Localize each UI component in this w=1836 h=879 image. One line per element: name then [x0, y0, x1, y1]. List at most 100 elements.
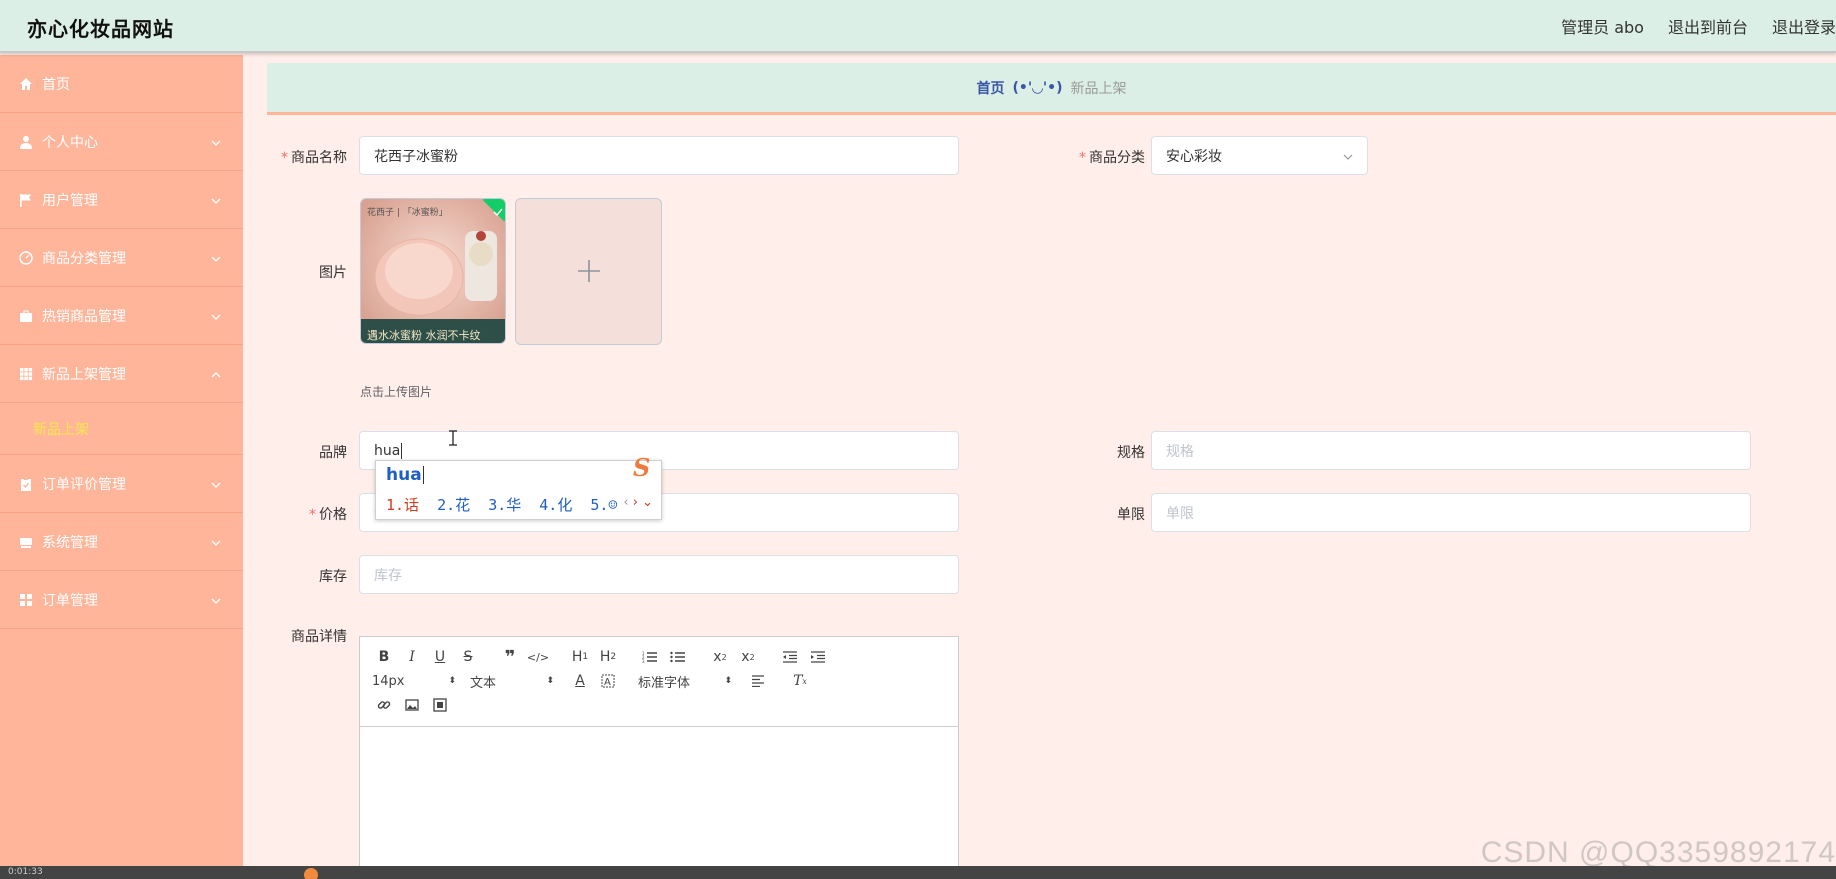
- admin-label: 管理员 abo: [1561, 18, 1644, 37]
- user-icon: [18, 134, 34, 150]
- header2-icon[interactable]: H2: [596, 645, 620, 669]
- brand-input-value: hua: [374, 442, 401, 459]
- sidebar-item-label: 用户管理: [42, 192, 98, 209]
- ime-candidate[interactable]: 4.化: [539, 496, 572, 514]
- bold-icon[interactable]: B: [372, 645, 396, 669]
- chevron-down-icon: [211, 592, 221, 608]
- image-caption-brand: 花西子 | 「冰蜜粉」: [367, 208, 448, 218]
- toolbar-row-2: 14px ⬍ 文本 ⬍ A A 标准字体 ⬍ Tx: [372, 669, 946, 693]
- ime-candidates: 1.话 2.花 3.华 4.化 5.☺: [386, 494, 626, 515]
- ime-candidate[interactable]: 5.☺: [590, 496, 617, 514]
- video-icon[interactable]: [428, 693, 452, 717]
- font-color-icon[interactable]: A: [568, 669, 592, 693]
- sidebar-item-new-products[interactable]: 新品上架管理: [0, 345, 243, 403]
- category-select[interactable]: 安心彩妆: [1151, 136, 1368, 175]
- ime-candidate[interactable]: 2.花: [437, 496, 470, 514]
- font-family-value: 标准字体: [638, 675, 691, 691]
- blockquote-icon[interactable]: ❞: [498, 645, 522, 669]
- check-icon: [493, 201, 503, 220]
- product-name-input[interactable]: 花西子冰蜜粉: [359, 136, 959, 175]
- ordered-list-icon[interactable]: 123: [638, 645, 662, 669]
- chevron-down-icon[interactable]: ⌄: [642, 495, 653, 510]
- indent-icon[interactable]: [806, 645, 830, 669]
- plus-icon: [577, 252, 601, 292]
- top-header: 亦心化妆品网站 管理员 abo 退出到前台 退出登录: [0, 0, 1836, 53]
- toolbar-row-3: [372, 693, 946, 717]
- stock-label: 库存: [319, 569, 347, 585]
- back-to-front-link[interactable]: 退出到前台: [1668, 14, 1748, 38]
- align-icon[interactable]: [746, 669, 770, 693]
- breadcrumb-current: 新品上架: [1070, 80, 1127, 97]
- clipboard-icon: [18, 476, 34, 492]
- sidebar-item-users[interactable]: 用户管理: [0, 171, 243, 229]
- product-photo: [361, 199, 505, 343]
- apps-icon: [18, 592, 34, 608]
- rich-text-editor: B I U S ❞ </> H1 H2 123 x2 x2 14px ⬍ 文本 …: [359, 636, 959, 879]
- ime-composition: hua: [386, 465, 422, 485]
- site-title: 亦心化妆品网站: [27, 17, 174, 41]
- uploaded-image[interactable]: 花西子 | 「冰蜜粉」 遇水冰蜜粉 水润不卡纹: [360, 198, 506, 344]
- clear-format-icon[interactable]: Tx: [788, 669, 812, 693]
- ime-candidate[interactable]: 3.华: [488, 496, 521, 514]
- detail-label: 商品详情: [291, 629, 347, 645]
- taskbar-app-icon[interactable]: [304, 868, 318, 879]
- background-color-icon[interactable]: A: [596, 669, 620, 693]
- outdent-icon[interactable]: [778, 645, 802, 669]
- font-size-select[interactable]: 14px ⬍: [372, 674, 456, 689]
- chevron-left-icon[interactable]: ‹: [623, 495, 628, 510]
- text-caret: [401, 442, 403, 459]
- spec-label: 规格: [1117, 445, 1145, 461]
- brand-label: 品牌: [319, 445, 347, 461]
- breadcrumb-home[interactable]: 首页: [976, 78, 1004, 98]
- main-content: 首页 (•'◡'•) 新品上架 * 商品名称 花西子冰蜜粉 * 商品分类 安心彩妆 …: [243, 55, 1836, 879]
- ime-candidate-window: hua S 1.话 2.花 3.华 4.化 5.☺ ‹ › ⌄: [375, 453, 662, 520]
- taskbar-time: 0:01:33: [8, 867, 43, 877]
- link-icon[interactable]: [372, 693, 396, 717]
- drive-icon: [18, 534, 34, 550]
- header-select[interactable]: 文本 ⬍: [470, 672, 554, 691]
- sidebar-item-hot-products[interactable]: 热销商品管理: [0, 287, 243, 345]
- sidebar-item-profile[interactable]: 个人中心: [0, 113, 243, 171]
- subscript-icon[interactable]: x2: [708, 645, 732, 669]
- underline-icon[interactable]: U: [428, 645, 452, 669]
- sidebar-subitem-new-products[interactable]: 新品上架: [0, 403, 243, 455]
- ime-candidate[interactable]: 1.话: [386, 496, 419, 514]
- stock-input[interactable]: 库存: [359, 555, 959, 594]
- image-icon[interactable]: [400, 693, 424, 717]
- sidebar-item-label: 系统管理: [42, 534, 98, 551]
- chevron-down-icon: [211, 134, 221, 150]
- flag-icon: [18, 192, 34, 208]
- svg-text:A: A: [604, 677, 611, 688]
- sidebar-item-label: 新品上架管理: [42, 366, 126, 383]
- name-label: * 商品名称: [281, 150, 347, 166]
- sidebar-item-system[interactable]: 系统管理: [0, 513, 243, 571]
- gauge-icon: [18, 250, 34, 266]
- bullet-list-icon[interactable]: [666, 645, 690, 669]
- superscript-icon[interactable]: x2: [736, 645, 760, 669]
- font-family-select[interactable]: 标准字体 ⬍: [638, 672, 732, 691]
- upload-tip: 点击上传图片: [360, 385, 433, 399]
- logout-link[interactable]: 退出登录: [1772, 14, 1836, 38]
- chevron-right-icon[interactable]: ›: [633, 495, 638, 510]
- sidebar-item-category[interactable]: 商品分类管理: [0, 229, 243, 287]
- editor-toolbar: B I U S ❞ </> H1 H2 123 x2 x2 14px ⬍ 文本 …: [360, 637, 958, 727]
- editor-content-area[interactable]: [360, 727, 958, 878]
- text-cursor-icon: [448, 430, 458, 450]
- sidebar-item-orders[interactable]: 订单管理: [0, 571, 243, 629]
- limit-label: 单限: [1117, 507, 1145, 523]
- sidebar-item-order-reviews[interactable]: 订单评价管理: [0, 455, 243, 513]
- upload-button[interactable]: [515, 198, 662, 345]
- svg-text:3: 3: [642, 659, 645, 663]
- breadcrumb-separator: (•'◡'•): [1012, 79, 1063, 96]
- watermark: CSDN @QQ3359892174: [1480, 836, 1836, 869]
- sidebar-item-home[interactable]: 首页: [0, 55, 243, 113]
- italic-icon[interactable]: I: [400, 645, 424, 669]
- spec-input[interactable]: 规格: [1151, 431, 1751, 470]
- strike-icon[interactable]: S: [456, 645, 480, 669]
- code-block-icon[interactable]: </>: [526, 645, 550, 669]
- limit-input[interactable]: 单限: [1151, 493, 1751, 532]
- chevron-down-icon: [211, 308, 221, 324]
- header1-icon[interactable]: H1: [568, 645, 592, 669]
- chevron-down-icon: [211, 250, 221, 266]
- sogou-logo-icon: S: [633, 453, 651, 482]
